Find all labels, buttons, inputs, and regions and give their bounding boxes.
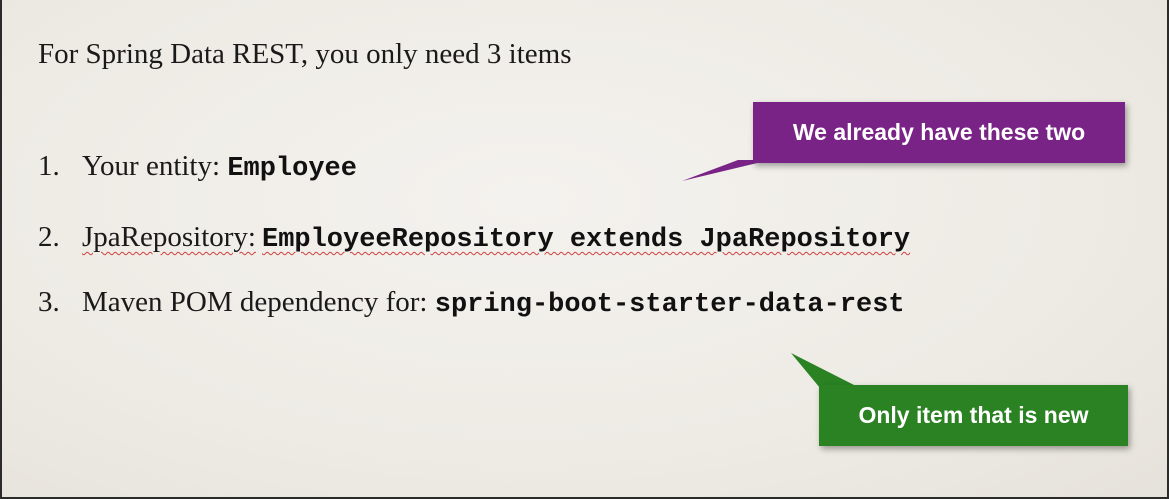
callout-existing-tail bbox=[682, 160, 770, 181]
callout-new: Only item that is new bbox=[819, 385, 1128, 446]
list-item-text: Maven POM dependency for: bbox=[82, 286, 435, 318]
slide-title: For Spring Data REST, you only need 3 it… bbox=[38, 38, 572, 70]
list-item-entity: 1. Your entity: Employee bbox=[38, 150, 357, 184]
slide: For Spring Data REST, you only need 3 it… bbox=[2, 0, 1167, 497]
list-item-text: Your entity: bbox=[82, 150, 228, 182]
list-item-number: 3. bbox=[38, 286, 60, 318]
list-item-repository: 2. JpaRepository: EmployeeRepository exten… bbox=[38, 221, 910, 255]
list-item-code: spring-boot-starter-data-rest bbox=[434, 290, 905, 320]
callout-existing: We already have these two bbox=[753, 102, 1125, 163]
list-item-code: EmployeeRepository extends JpaRepository bbox=[262, 225, 911, 255]
list-item-maven: 3. Maven POM dependency for: spring-boot-… bbox=[38, 286, 905, 320]
list-item-number: 2. bbox=[38, 221, 60, 253]
list-item-number: 1. bbox=[38, 150, 60, 182]
list-item-code: Employee bbox=[227, 154, 357, 184]
list-item-text: JpaRepository: bbox=[82, 221, 256, 253]
callout-new-tail bbox=[791, 353, 860, 388]
